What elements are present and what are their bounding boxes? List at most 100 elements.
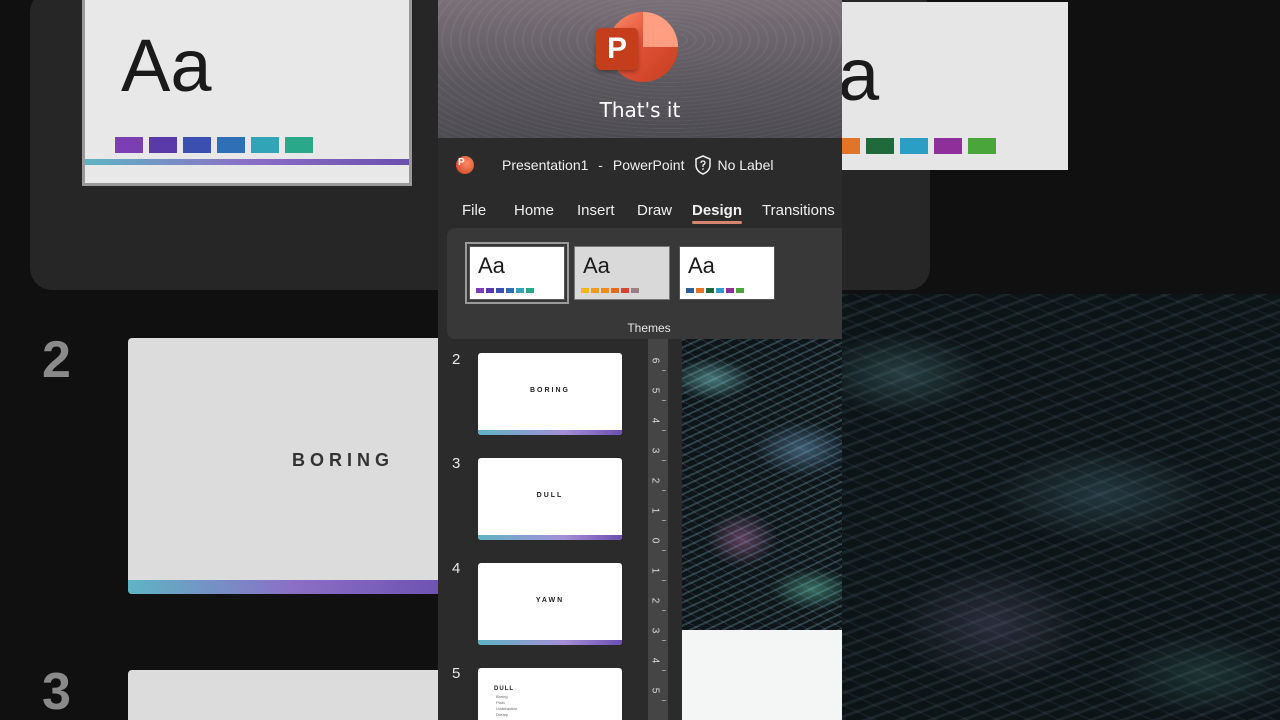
- bg-slide-gradient: [128, 580, 458, 594]
- ruler-mark: 6: [649, 357, 661, 364]
- ruler-tick: [662, 670, 666, 671]
- ruler-mark: 3: [649, 447, 661, 454]
- bg-color-swatch: [285, 137, 313, 153]
- theme-option-2[interactable]: Aa: [574, 246, 670, 300]
- ruler-mark: 5: [649, 687, 661, 694]
- color-swatch: [706, 288, 714, 293]
- slide-accent-bar: [478, 640, 622, 645]
- theme-sample-text: Aa: [583, 253, 610, 278]
- ruler-mark: 4: [649, 417, 661, 424]
- slide-thumbnail-5[interactable]: DULL Boring Plain Unattractive Dreary: [478, 668, 622, 720]
- slide-bullet: Dreary: [496, 712, 509, 717]
- color-swatch: [631, 288, 639, 293]
- slide-thumbnail-3[interactable]: DULL: [478, 458, 622, 540]
- slide-canvas[interactable]: [682, 339, 842, 720]
- bg-slide-word: BORING: [292, 450, 394, 470]
- slide-number: 5: [452, 665, 461, 682]
- theme-swatches: [686, 288, 744, 293]
- theme-swatches: [581, 288, 639, 293]
- ruler-mark: 3: [649, 627, 661, 634]
- tab-transitions[interactable]: Transitions: [762, 202, 835, 219]
- ruler-tick: [662, 610, 666, 611]
- vertical-ruler: 6 5 4 3 2 1 0 1 2 3 4 5: [648, 339, 668, 720]
- slide-thumbnail-2[interactable]: BORING: [478, 353, 622, 435]
- bg-theme-sample: Aa: [121, 24, 212, 107]
- ribbon-design-panel: Aa Aa Aa Themes: [447, 228, 842, 339]
- color-swatch: [591, 288, 599, 293]
- slide-title: DULL: [494, 686, 514, 692]
- ruler-tick: [662, 550, 666, 551]
- color-swatch: [611, 288, 619, 293]
- ruler-tick: [662, 490, 666, 491]
- bg-color-swatch: [900, 138, 928, 154]
- slide-thumbnail-pane: 2 BORING 3 DULL 4 YAWN 5 DULL Boring Pla…: [438, 339, 644, 720]
- slide-accent-bar: [478, 535, 622, 540]
- slide-bullet: Boring: [496, 694, 508, 699]
- slide-number: 2: [452, 351, 461, 368]
- powerpoint-app-icon: [456, 156, 474, 174]
- ruler-tick: [662, 430, 666, 431]
- ruler-tick: [662, 400, 666, 401]
- ruler-tick: [662, 580, 666, 581]
- color-swatch: [496, 288, 504, 293]
- tab-insert[interactable]: Insert: [577, 202, 615, 219]
- document-name: Presentation1: [502, 157, 589, 173]
- color-swatch: [516, 288, 524, 293]
- themes-group-label: Themes: [627, 321, 671, 335]
- color-swatch: [526, 288, 534, 293]
- ruler-mark: 1: [649, 567, 661, 574]
- ruler-tick: [662, 640, 666, 641]
- bg-color-swatch: [217, 137, 245, 153]
- banner-caption: That's it: [599, 98, 681, 122]
- slide-accent-bar: [478, 430, 622, 435]
- tab-design[interactable]: Design: [692, 202, 743, 224]
- theme-option-3[interactable]: Aa: [679, 246, 775, 300]
- tab-file[interactable]: File: [462, 202, 486, 219]
- bg-marble-image: [842, 294, 1280, 720]
- color-swatch: [736, 288, 744, 293]
- bg-slide-next: [128, 670, 458, 720]
- window-title[interactable]: Presentation1 - PowerPoint: [502, 157, 684, 173]
- bg-color-swatch: [149, 137, 177, 153]
- bg-theme-sample-right: a: [838, 33, 880, 116]
- color-swatch: [476, 288, 484, 293]
- theme-sample-text: Aa: [688, 253, 715, 278]
- color-swatch: [686, 288, 694, 293]
- slide-title: BORING: [530, 387, 570, 394]
- ruler-tick: [662, 460, 666, 461]
- slide-thumbnail-4[interactable]: YAWN: [478, 563, 622, 645]
- ruler-mark: 2: [649, 477, 661, 484]
- color-swatch: [726, 288, 734, 293]
- bg-color-swatch: [866, 138, 894, 154]
- tab-home[interactable]: Home: [514, 202, 554, 219]
- app-name: PowerPoint: [612, 157, 685, 173]
- bg-slide-number-2: 2: [42, 331, 71, 389]
- theme-swatches: [476, 288, 534, 293]
- ruler-mark: 0: [649, 537, 661, 544]
- bg-color-swatch: [934, 138, 962, 154]
- slide-background-image: [682, 339, 842, 630]
- color-swatch: [716, 288, 724, 293]
- slide-title: DULL: [536, 492, 564, 499]
- bg-slide-number-3: 3: [42, 663, 71, 720]
- color-swatch: [621, 288, 629, 293]
- theme-option-1[interactable]: Aa: [465, 242, 569, 304]
- tab-draw[interactable]: Draw: [637, 202, 672, 219]
- slide-bullet: Plain: [496, 700, 505, 705]
- color-swatch: [696, 288, 704, 293]
- ruler-mark: 4: [649, 657, 661, 664]
- sensitivity-shield-icon[interactable]: [694, 155, 712, 175]
- ruler-mark: 2: [649, 597, 661, 604]
- color-swatch: [486, 288, 494, 293]
- theme-sample-text: Aa: [478, 253, 505, 278]
- color-swatch: [506, 288, 514, 293]
- ruler-tick: [662, 370, 666, 371]
- bg-theme-card-left: Aa: [82, 0, 412, 186]
- powerpoint-logo-letter: P: [596, 28, 638, 70]
- ruler-tick: [662, 520, 666, 521]
- bg-slide-boring: BORING: [128, 338, 458, 594]
- banner: P That's it: [438, 0, 842, 138]
- sensitivity-label[interactable]: No Label: [717, 157, 773, 173]
- title-bar: Presentation1 - PowerPoint No Label: [438, 138, 842, 192]
- bg-color-swatch: [251, 137, 279, 153]
